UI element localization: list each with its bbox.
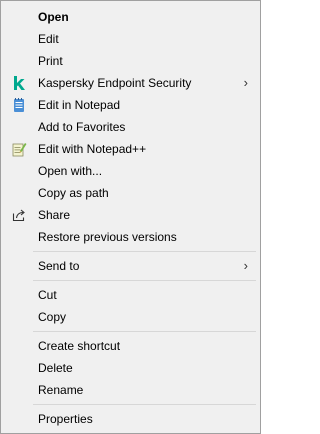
menu-item-copy[interactable]: Copy	[3, 306, 258, 328]
menu-item-rename-label: Rename	[38, 383, 84, 397]
menu-item-delete[interactable]: Delete	[3, 357, 258, 379]
menu-item-create-shortcut-label: Create shortcut	[38, 339, 121, 353]
notepad-icon	[11, 97, 27, 113]
menu-item-send-to[interactable]: Send to ›	[3, 255, 258, 277]
menu-separator	[33, 280, 256, 281]
menu-item-open[interactable]: Open	[3, 6, 258, 28]
menu-item-print-label: Print	[38, 54, 63, 68]
menu-item-add-to-favorites-label: Add to Favorites	[38, 120, 126, 134]
menu-item-create-shortcut[interactable]: Create shortcut	[3, 335, 258, 357]
menu-item-kaspersky-label: Kaspersky Endpoint Security	[38, 76, 192, 90]
menu-item-cut[interactable]: Cut	[3, 284, 258, 306]
menu-item-edit-in-notepad[interactable]: Edit in Notepad	[3, 94, 258, 116]
kaspersky-icon	[11, 75, 27, 91]
menu-item-edit-with-notepadpp-label: Edit with Notepad++	[38, 142, 147, 156]
menu-item-kaspersky[interactable]: Kaspersky Endpoint Security ›	[3, 72, 258, 94]
menu-separator	[33, 331, 256, 332]
submenu-arrow-icon: ›	[243, 258, 248, 273]
menu-item-properties[interactable]: Properties	[3, 408, 258, 430]
menu-item-share-label: Share	[38, 208, 71, 222]
menu-item-share[interactable]: Share	[3, 204, 258, 226]
menu-separator	[33, 251, 256, 252]
menu-item-edit-in-notepad-label: Edit in Notepad	[38, 98, 121, 112]
menu-item-print[interactable]: Print	[3, 50, 258, 72]
menu-item-edit-label: Edit	[38, 32, 59, 46]
menu-item-copy-as-path[interactable]: Copy as path	[3, 182, 258, 204]
menu-item-delete-label: Delete	[38, 361, 73, 375]
menu-item-open-label: Open	[38, 10, 69, 24]
menu-item-restore-previous-versions[interactable]: Restore previous versions	[3, 226, 258, 248]
menu-item-copy-as-path-label: Copy as path	[38, 186, 109, 200]
notepad-plus-plus-icon	[11, 141, 27, 157]
menu-item-open-with-label: Open with...	[38, 164, 103, 178]
menu-item-edit-with-notepadpp[interactable]: Edit with Notepad++	[3, 138, 258, 160]
menu-item-restore-previous-versions-label: Restore previous versions	[38, 230, 177, 244]
menu-item-add-to-favorites[interactable]: Add to Favorites	[3, 116, 258, 138]
menu-item-cut-label: Cut	[38, 288, 57, 302]
menu-item-properties-label: Properties	[38, 412, 93, 426]
submenu-arrow-icon: ›	[243, 75, 248, 90]
menu-item-rename[interactable]: Rename	[3, 379, 258, 401]
menu-item-open-with[interactable]: Open with...	[3, 160, 258, 182]
menu-item-send-to-label: Send to	[38, 259, 80, 273]
menu-item-copy-label: Copy	[38, 310, 67, 324]
menu-item-edit[interactable]: Edit	[3, 28, 258, 50]
share-icon	[11, 207, 27, 223]
context-menu: Open Edit Print Kaspersky Endpoint Secur…	[0, 0, 261, 434]
menu-separator	[33, 404, 256, 405]
